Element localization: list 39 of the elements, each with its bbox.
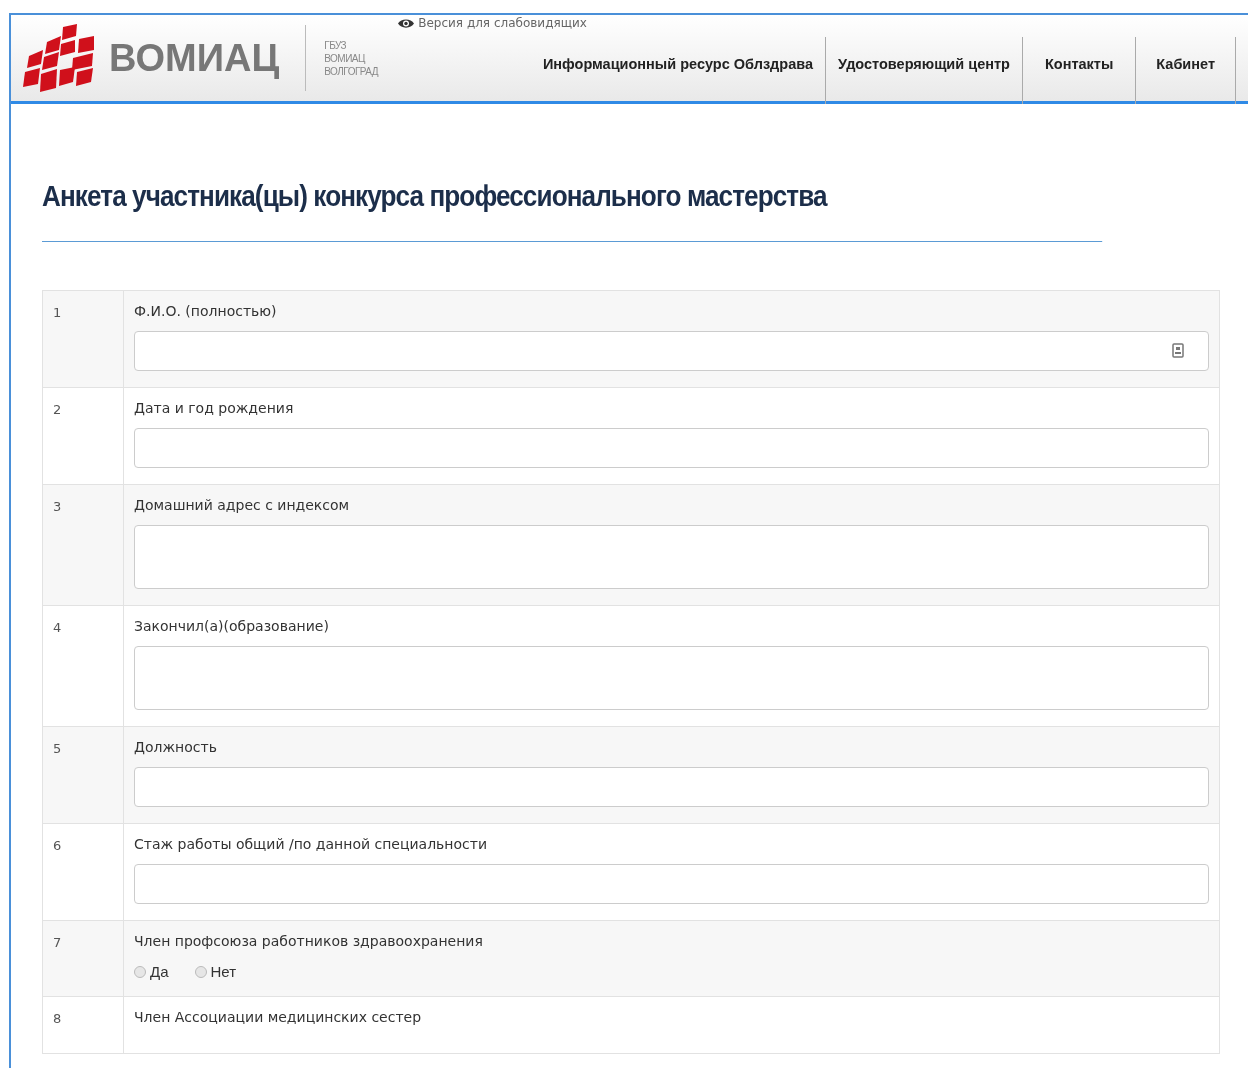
row-number: 8 <box>43 997 124 1053</box>
accessibility-link[interactable]: Версия для слабовидящих <box>398 15 587 31</box>
nav-link[interactable]: Удостоверяющий центр <box>825 37 1022 104</box>
eye-icon <box>398 17 415 29</box>
input-field[interactable] <box>134 767 1209 807</box>
field-label: Член Ассоциации медицинских сестер <box>134 1009 423 1025</box>
input-field[interactable] <box>134 331 1209 371</box>
radio-button[interactable] <box>134 965 146 978</box>
input-field[interactable] <box>134 864 1209 904</box>
field-label: Закончил(а)(образование) <box>134 618 330 634</box>
field-label: Домашний адрес с индексом <box>134 497 351 513</box>
org-name: ВОЛГОГРАД <box>324 64 380 78</box>
radio-label[interactable]: Да <box>150 963 169 980</box>
nav-link[interactable]: Контакты <box>1021 37 1136 104</box>
row-number: 5 <box>43 727 124 823</box>
text-area[interactable] <box>134 525 1209 589</box>
row-number: 6 <box>43 824 124 920</box>
row-number: 3 <box>43 485 124 605</box>
field-label: Дата и год рождения <box>134 400 295 416</box>
input-field[interactable] <box>134 428 1209 468</box>
field-label: Должность <box>134 739 218 755</box>
page-title: Анкета участника(цы) конкурса профессионального мастерства <box>42 180 1103 242</box>
radio-button[interactable] <box>194 965 207 978</box>
row-number: 4 <box>43 606 124 726</box>
logo-text[interactable]: ВОМИАЦ <box>109 36 280 80</box>
field-label: Стаж работы общий /по данной специальности <box>134 836 489 852</box>
text-area[interactable] <box>134 646 1209 710</box>
row-number: 2 <box>43 388 124 484</box>
row-number: 7 <box>43 921 124 996</box>
row-number: 1 <box>43 291 124 387</box>
nav-link[interactable]: Информационный ресурс Облздрава <box>530 37 826 104</box>
field-label: Член профсоюза работников здравоохранения <box>134 933 484 949</box>
radio-label[interactable]: Нет <box>210 963 237 980</box>
field-label: Ф.И.О. (полностью) <box>134 303 278 319</box>
org-name: ВОМИАЦ <box>324 51 367 65</box>
nav-link[interactable]: Кабинет <box>1135 37 1236 104</box>
contact-card-icon[interactable] <box>1172 343 1184 358</box>
org-name: ГБУЗ <box>324 38 348 52</box>
logo-icon <box>23 24 95 92</box>
